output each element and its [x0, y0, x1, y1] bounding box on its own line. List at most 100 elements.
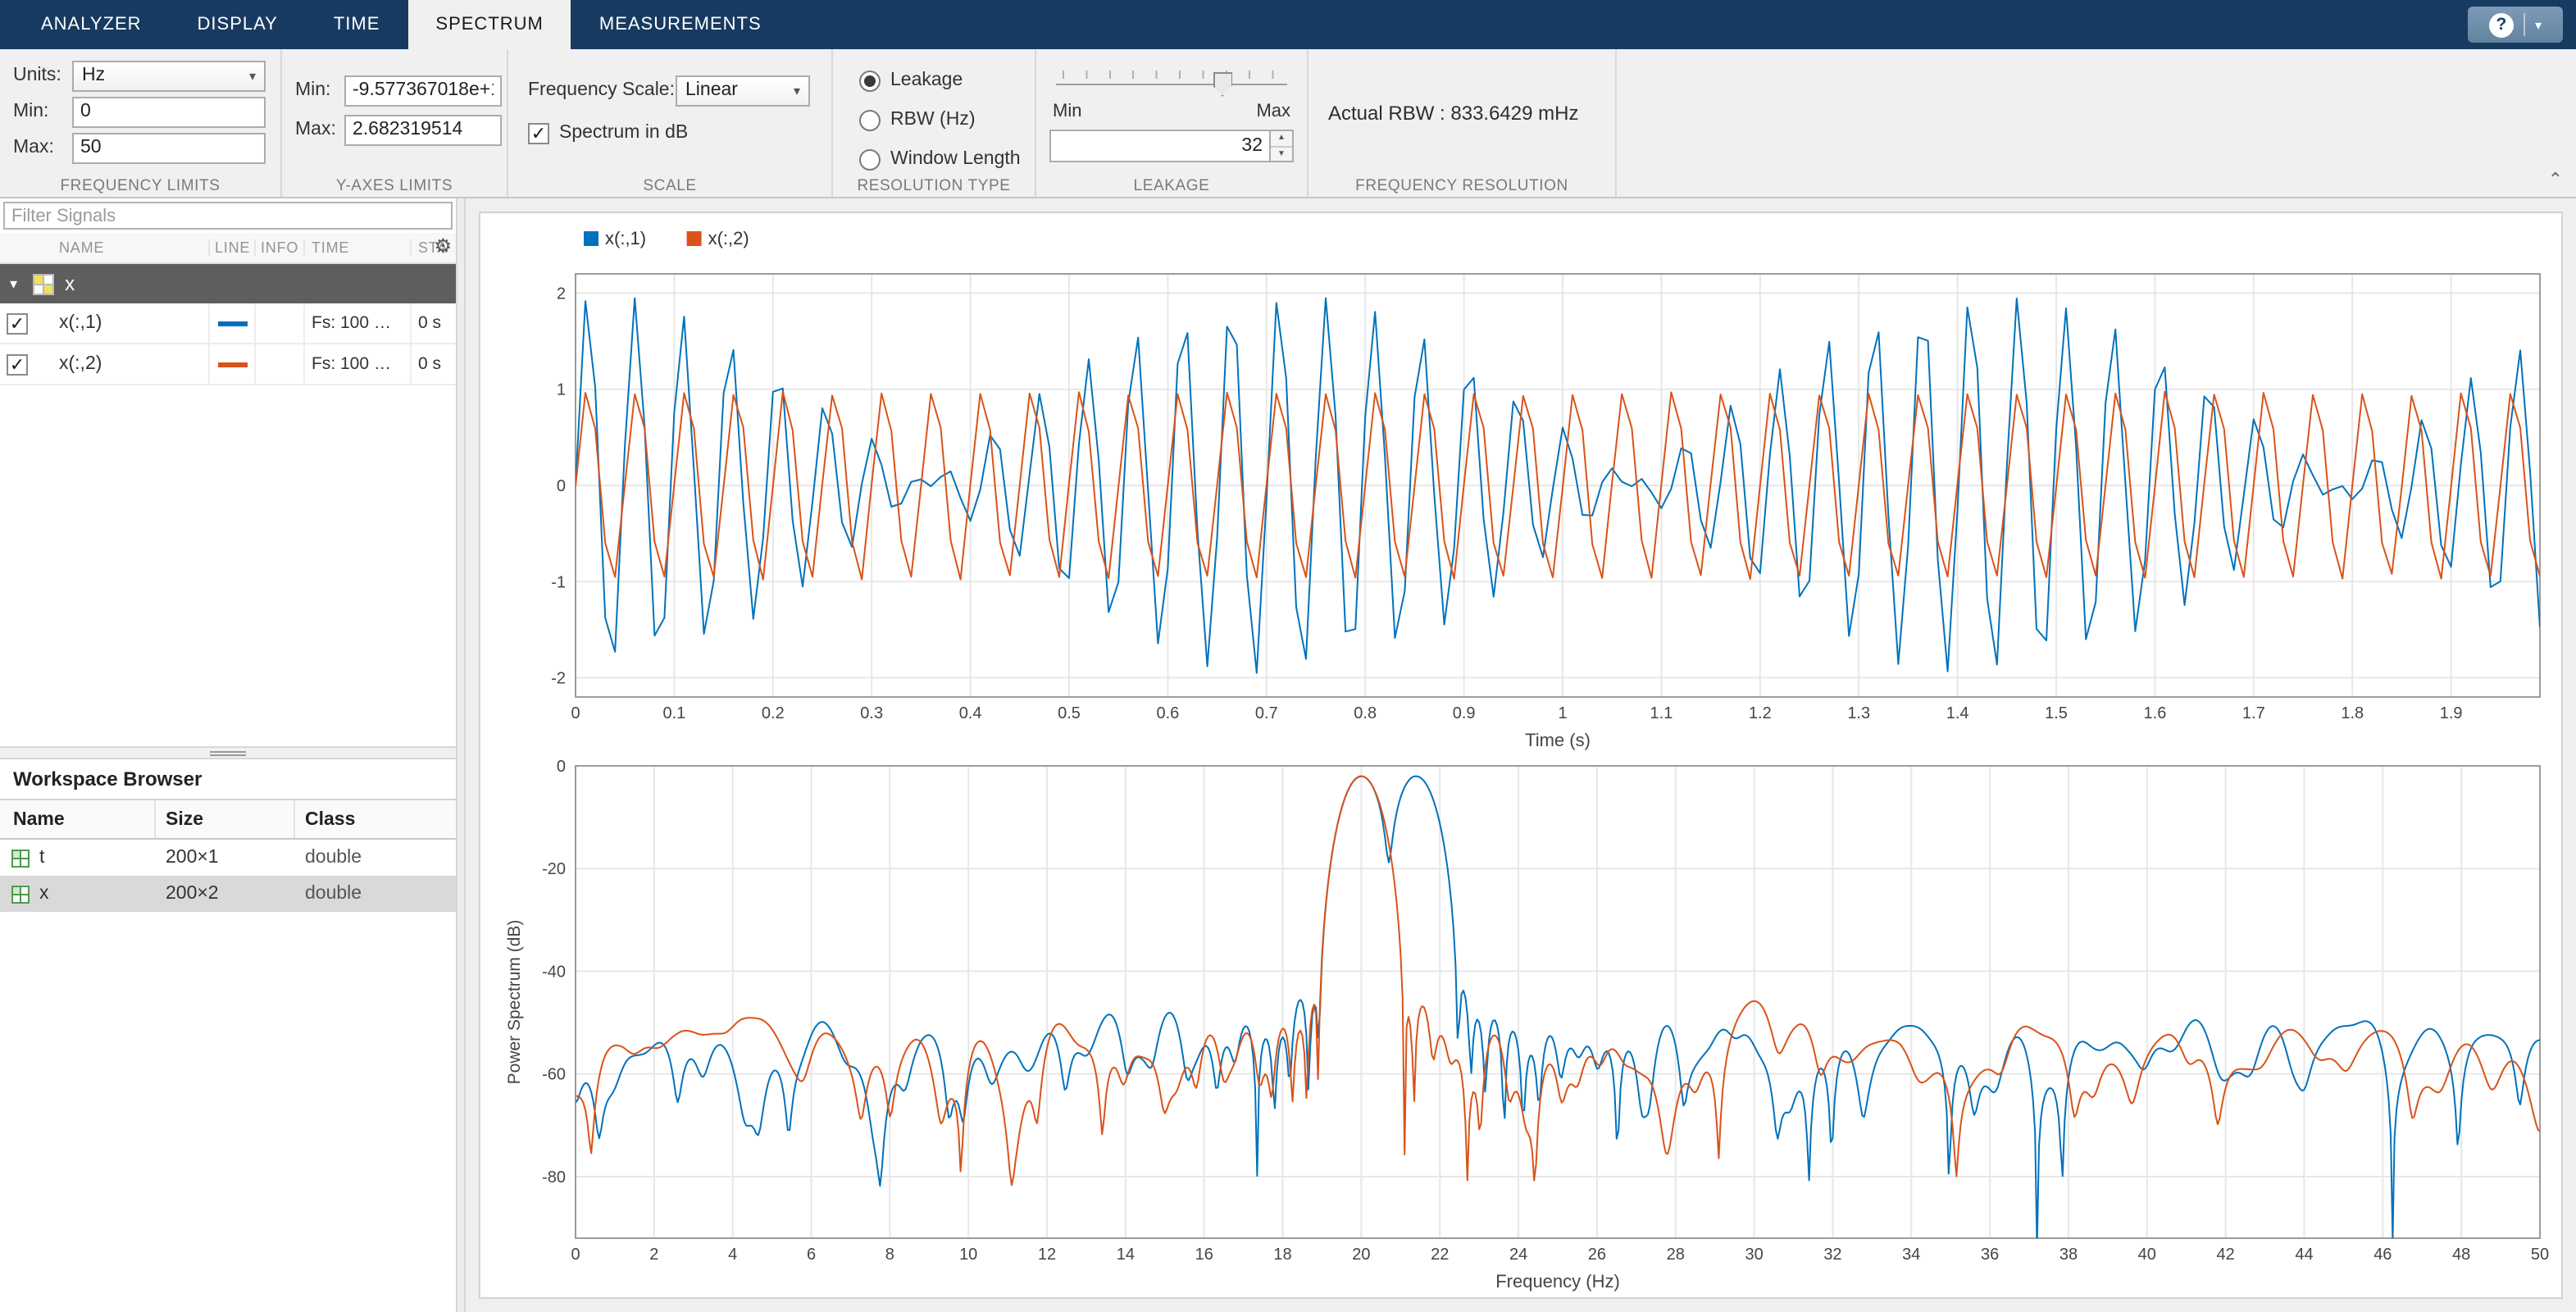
column-name[interactable]: Name: [0, 800, 156, 838]
units-label: Units:: [13, 66, 72, 85]
svg-text:x(:,1): x(:,1): [605, 228, 646, 248]
svg-text:Time (s): Time (s): [1525, 730, 1591, 750]
help-button[interactable]: ? ▾: [2468, 7, 2563, 43]
panel-splitter[interactable]: [456, 198, 466, 1312]
frequency-max-input[interactable]: [72, 132, 266, 163]
signal-group-row[interactable]: ▾ x: [0, 264, 456, 303]
svg-text:32: 32: [1823, 1246, 1841, 1264]
svg-text:0: 0: [557, 477, 566, 495]
svg-text:0: 0: [571, 1246, 580, 1264]
radio-icon: [859, 109, 881, 130]
svg-text:46: 46: [2373, 1246, 2392, 1264]
section-title: SCALE: [508, 177, 831, 195]
signal-info: [254, 303, 303, 343]
column-size[interactable]: Size: [156, 800, 295, 838]
line-swatch: [217, 362, 247, 367]
plots-canvas[interactable]: 00.10.20.30.40.50.60.70.80.911.11.21.31.…: [480, 213, 2565, 1301]
line-swatch: [217, 321, 247, 326]
tab-display[interactable]: DISPLAY: [170, 0, 306, 49]
frequency-min-input[interactable]: [72, 96, 266, 127]
svg-text:1: 1: [557, 381, 566, 399]
signal-name: x(:,1): [59, 313, 102, 333]
svg-text:0.3: 0.3: [860, 704, 883, 722]
svg-text:-40: -40: [542, 963, 566, 981]
leakage-slider-thumb[interactable]: [1213, 72, 1232, 97]
slider-ticks: [1063, 71, 1281, 79]
svg-text:50: 50: [2531, 1246, 2549, 1264]
svg-text:1.5: 1.5: [2045, 704, 2068, 722]
slider-max-label: Max: [1256, 102, 1290, 125]
y-min-input[interactable]: [344, 75, 502, 106]
y-max-label: Max:: [295, 120, 344, 139]
radio-selected-icon: [859, 70, 881, 91]
svg-text:2: 2: [557, 285, 566, 303]
frequency-scale-label: Frequency Scale:: [528, 80, 676, 100]
resolution-option-label: Leakage: [890, 71, 963, 90]
horizontal-splitter[interactable]: [0, 746, 456, 759]
increment-button[interactable]: ▲: [1271, 131, 1292, 147]
spectrum-in-db-label: Spectrum in dB: [559, 123, 688, 143]
tab-time[interactable]: TIME: [306, 0, 408, 49]
signal-row[interactable]: ✓ x(:,1) Fs: 100 … 0 s: [0, 303, 456, 344]
section-title: Y-AXES LIMITS: [282, 177, 507, 195]
svg-text:0: 0: [571, 704, 580, 722]
spectrum-plot[interactable]: 0246810121416182022242628303234363840424…: [505, 758, 2549, 1292]
variable-size: 200×2: [156, 884, 295, 904]
variable-class: double: [295, 848, 456, 868]
actual-rbw-text: Actual RBW : 833.6429 mHz: [1328, 102, 1605, 125]
collapse-toolstrip-button[interactable]: ⌃: [2548, 169, 2563, 190]
svg-text:x(:,2): x(:,2): [708, 228, 749, 248]
toolstrip: Units: Hz ▾ Min: Max: FREQUENCY LIMITS M…: [0, 49, 2576, 198]
leakage-value-input[interactable]: [1049, 130, 1271, 162]
tab-spectrum[interactable]: SPECTRUM: [407, 0, 571, 49]
svg-text:2: 2: [649, 1246, 658, 1264]
column-time: TIME: [303, 239, 410, 256]
signal-name: x(:,2): [59, 354, 102, 374]
decrement-button[interactable]: ▼: [1271, 147, 1292, 161]
signal-checkbox[interactable]: ✓: [7, 353, 28, 375]
variable-name: t: [39, 848, 44, 868]
svg-text:28: 28: [1667, 1246, 1685, 1264]
collapse-group-icon[interactable]: ▾: [10, 275, 17, 293]
svg-text:42: 42: [2217, 1246, 2235, 1264]
column-class[interactable]: Class: [295, 800, 456, 838]
y-min-label: Min:: [295, 80, 344, 100]
spectrum-in-db-checkbox[interactable]: ✓: [528, 122, 549, 144]
signal-start: 0 s: [410, 344, 456, 384]
slider-min-label: Min: [1053, 102, 1081, 125]
signal-time: Fs: 100 …: [303, 344, 410, 384]
column-info: INFO: [254, 239, 303, 256]
signal-time: Fs: 100 …: [303, 303, 410, 343]
matrix-icon: [32, 273, 53, 294]
caret-down-icon: ▾: [794, 83, 800, 98]
svg-text:34: 34: [1902, 1246, 1920, 1264]
svg-text:12: 12: [1038, 1246, 1056, 1264]
section-resolution-type: Leakage RBW (Hz) Window Length RESOLUTIO…: [833, 49, 1036, 197]
svg-text:44: 44: [2295, 1246, 2313, 1264]
tab-measurements[interactable]: MEASUREMENTS: [571, 0, 790, 49]
resolution-option-rbw[interactable]: RBW (Hz): [859, 102, 1025, 138]
svg-text:38: 38: [2059, 1246, 2078, 1264]
workspace-row[interactable]: x 200×2 double: [0, 876, 456, 912]
filter-signals-input[interactable]: [3, 202, 453, 230]
gear-icon[interactable]: ⚙: [435, 235, 453, 257]
section-title: FREQUENCY LIMITS: [0, 177, 280, 195]
signal-row[interactable]: ✓ x(:,2) Fs: 100 … 0 s: [0, 344, 456, 385]
units-select[interactable]: Hz ▾: [72, 60, 266, 91]
resolution-option-window-length[interactable]: Window Length: [859, 141, 1025, 177]
svg-text:8: 8: [885, 1246, 894, 1264]
time-plot[interactable]: 00.10.20.30.40.50.60.70.80.911.11.21.31.…: [551, 228, 2540, 750]
svg-text:0.4: 0.4: [959, 704, 982, 722]
svg-text:-80: -80: [542, 1168, 566, 1187]
section-scale: Frequency Scale: Linear ▾ ✓ Spectrum in …: [508, 49, 833, 197]
leakage-slider[interactable]: [1056, 66, 1287, 98]
frequency-scale-select[interactable]: Linear ▾: [676, 75, 810, 106]
workspace-row[interactable]: t 200×1 double: [0, 840, 456, 876]
signal-checkbox[interactable]: ✓: [7, 312, 28, 334]
caret-down-icon: ▾: [2524, 13, 2542, 36]
tab-analyzer[interactable]: ANALYZER: [13, 0, 170, 49]
resolution-option-leakage[interactable]: Leakage: [859, 62, 1025, 98]
slider-track: [1056, 84, 1287, 85]
svg-text:0: 0: [557, 758, 566, 776]
y-max-input[interactable]: [344, 114, 502, 145]
